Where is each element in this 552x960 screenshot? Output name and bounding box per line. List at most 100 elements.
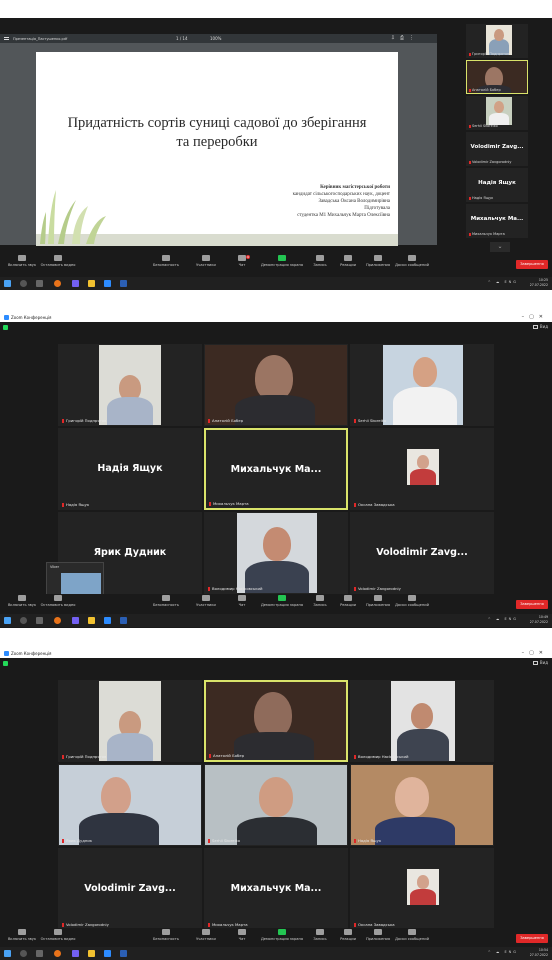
participant-initial-name: Надія Ящук bbox=[97, 463, 163, 474]
search-icon[interactable] bbox=[20, 617, 27, 624]
participant-thumb[interactable]: Михальчук Ма... Михальчук Марта bbox=[466, 204, 528, 238]
security-shield-icon[interactable] bbox=[3, 325, 8, 330]
participant-thumb-active[interactable]: Анатолій Бобер bbox=[466, 60, 528, 94]
participant-tile[interactable]: Ярик Дудник bbox=[58, 764, 202, 846]
file-explorer-icon[interactable] bbox=[88, 280, 95, 287]
firefox-icon[interactable] bbox=[54, 950, 61, 957]
participant-initial-name: Volodimir Zavg... bbox=[84, 883, 176, 894]
tray-icons[interactable]: ^ ☁ ENG bbox=[488, 280, 518, 284]
record-icon bbox=[316, 595, 324, 601]
pdf-page-indicator[interactable]: 1 / 14 bbox=[176, 36, 188, 41]
search-icon[interactable] bbox=[20, 950, 27, 957]
participant-tile[interactable]: Оксана Завадська bbox=[350, 848, 494, 930]
participant-tile[interactable]: Volodimir Zavg... Volodimir Zavgorodniy bbox=[350, 512, 494, 594]
word-icon[interactable] bbox=[120, 617, 127, 624]
windows-taskbar: ^ ☁ ENG 10:25 27.07.2022 bbox=[0, 277, 552, 290]
file-explorer-icon[interactable] bbox=[88, 950, 95, 957]
participant-tile[interactable]: Михальчук Ма... Михальчук Марта bbox=[204, 848, 348, 930]
zoom-icon[interactable] bbox=[104, 617, 111, 624]
viber-icon[interactable] bbox=[72, 280, 79, 287]
participant-tile[interactable]: Надія Ящук Надія Ящук bbox=[58, 428, 202, 510]
shield-icon bbox=[162, 929, 170, 935]
view-button[interactable]: Вид bbox=[532, 660, 548, 665]
zoom-icon[interactable] bbox=[104, 280, 111, 287]
zoom-logo-icon bbox=[4, 650, 9, 656]
tray-icons[interactable]: ^ ☁ ENG bbox=[488, 950, 518, 954]
participant-name: Михальчук Марта bbox=[209, 501, 249, 506]
end-meeting-button[interactable]: Завершення bbox=[516, 934, 548, 943]
task-view-icon[interactable] bbox=[36, 617, 43, 624]
participant-name: Оксана Завадська bbox=[354, 922, 395, 927]
participant-name: Григорій Подпрятов bbox=[62, 418, 106, 423]
participant-tile[interactable]: Volodimir Zavg... Volodimir Zavgorodniy bbox=[58, 848, 202, 930]
participant-thumb[interactable]: Григорій Подпрятов bbox=[466, 24, 528, 58]
file-explorer-icon[interactable] bbox=[88, 617, 95, 624]
zoom-icon[interactable] bbox=[104, 950, 111, 957]
task-view-icon[interactable] bbox=[36, 280, 43, 287]
chat-button[interactable]: Чат bbox=[220, 595, 264, 607]
popup-title: Viber bbox=[50, 565, 60, 569]
viber-icon[interactable] bbox=[72, 617, 79, 624]
participant-tile-active-speaker[interactable]: Михальчук Ма... Михальчук Марта bbox=[204, 428, 348, 510]
clock[interactable]: 10:54 27.07.2022 bbox=[530, 948, 548, 957]
whiteboard-button[interactable]: Доски сообщений bbox=[390, 595, 434, 607]
video-button[interactable]: Остановить видео bbox=[36, 595, 80, 607]
security-button[interactable]: Безопасность bbox=[144, 929, 188, 941]
video-button[interactable]: Остановить видео bbox=[36, 929, 80, 941]
clock[interactable]: 10:49 27.07.2022 bbox=[530, 615, 548, 624]
firefox-icon[interactable] bbox=[54, 280, 61, 287]
video-button[interactable]: Остановить видео bbox=[36, 255, 80, 267]
tray-icons[interactable]: ^ ☁ ENG bbox=[488, 617, 518, 621]
participant-tile[interactable]: Григорій Подпрятов bbox=[58, 680, 202, 762]
end-meeting-button[interactable]: Завершення bbox=[516, 600, 548, 609]
end-meeting-button[interactable]: Завершення bbox=[516, 260, 548, 269]
download-print-icons[interactable]: ⇩⎙⋮ bbox=[391, 35, 419, 41]
pdf-zoom-indicator[interactable]: 100% bbox=[210, 36, 221, 41]
participant-tile[interactable]: Анатолій Бобер bbox=[204, 344, 348, 426]
firefox-icon[interactable] bbox=[54, 617, 61, 624]
whiteboard-icon bbox=[408, 255, 416, 261]
smile-icon bbox=[344, 255, 352, 261]
participant-name: Serhii Skoreiko bbox=[354, 418, 386, 423]
participant-thumb[interactable]: Volodimir Zavg... Volodimir Zavgorodniy bbox=[466, 132, 528, 166]
security-shield-icon[interactable] bbox=[3, 661, 8, 666]
windows-start-icon[interactable] bbox=[4, 617, 11, 624]
participant-thumb[interactable]: Надія Ящук Надія Ящук bbox=[466, 168, 528, 202]
window-controls[interactable]: –▢✕ bbox=[522, 650, 548, 656]
menu-icon[interactable] bbox=[4, 37, 9, 40]
view-button[interactable]: Вид bbox=[532, 324, 548, 329]
windows-start-icon[interactable] bbox=[4, 950, 11, 957]
participant-tile[interactable]: Володимир Насіковський bbox=[350, 680, 494, 762]
viber-icon[interactable] bbox=[72, 950, 79, 957]
participant-tile[interactable]: Serhii Skoreiko bbox=[204, 764, 348, 846]
participant-tile[interactable]: Володимир Насіковський bbox=[204, 512, 348, 594]
whiteboard-button[interactable]: Доски сообщений bbox=[390, 929, 434, 941]
whiteboard-button[interactable]: Доски сообщений bbox=[390, 255, 434, 267]
participant-tile[interactable]: Serhii Skoreiko bbox=[350, 344, 494, 426]
window-controls[interactable]: –▢✕ bbox=[522, 314, 548, 320]
participant-name: Volodimir Zavgorodniy bbox=[62, 922, 109, 927]
word-icon[interactable] bbox=[120, 280, 127, 287]
participant-tile[interactable]: Оксана Завадська bbox=[350, 428, 494, 510]
security-button[interactable]: Безопасность bbox=[144, 255, 188, 267]
word-icon[interactable] bbox=[120, 950, 127, 957]
participant-tile[interactable]: Григорій Подпрятов bbox=[58, 344, 202, 426]
windows-start-icon[interactable] bbox=[4, 280, 11, 287]
participant-name: Ярик Дудник bbox=[62, 838, 92, 843]
video-feed bbox=[486, 25, 512, 55]
chat-button[interactable]: Чат bbox=[220, 929, 264, 941]
chat-button[interactable]: 9 Чат bbox=[220, 255, 264, 267]
clock[interactable]: 10:25 27.07.2022 bbox=[530, 278, 548, 287]
participant-tile-active-speaker[interactable]: Анатолій Бобер bbox=[204, 680, 348, 762]
people-icon bbox=[202, 595, 210, 601]
search-icon[interactable] bbox=[20, 280, 27, 287]
security-button[interactable]: Безопасность bbox=[144, 595, 188, 607]
participant-name: Григорій Подпрятов bbox=[62, 754, 106, 759]
task-view-icon[interactable] bbox=[36, 950, 43, 957]
participant-thumb[interactable]: Serhii Skoreiko bbox=[466, 96, 528, 130]
screenshot-1-screen-share: Презентація_Пастушенко.pdf 1 / 14 100% ⇩… bbox=[0, 18, 552, 290]
presentation-slide: Придатність сортів суниці садової до збе… bbox=[36, 52, 398, 246]
participant-initial-name: Volodimir Zavg... bbox=[470, 144, 524, 150]
participant-tile[interactable]: Надія Ящук bbox=[350, 764, 494, 846]
scroll-down-chevron-icon[interactable]: ⌄ bbox=[490, 242, 510, 252]
